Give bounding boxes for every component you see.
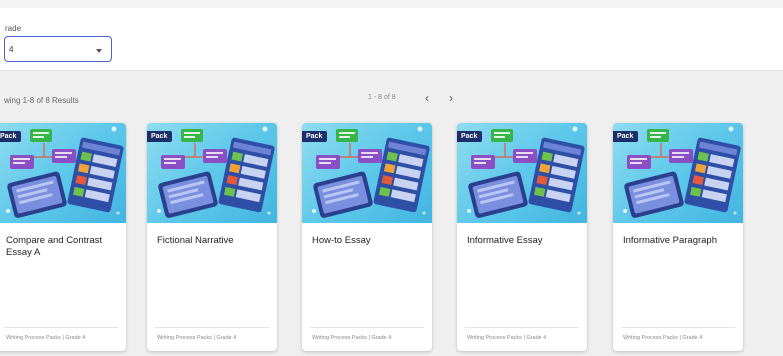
pack-badge: Pack [147, 131, 173, 142]
card-title: Compare and Contrast Essay A [6, 235, 103, 258]
card-thumbnail: Pack [302, 123, 432, 223]
card-title: Informative Essay [467, 235, 543, 246]
grade-label: rade [5, 24, 22, 33]
pack-badge: Pack [457, 131, 483, 142]
pack-badge: Pack [302, 131, 328, 142]
card-divider [310, 327, 424, 328]
resource-card[interactable]: Pack How-to Essay Writing Process Packs … [302, 123, 432, 351]
card-title: Informative Paragraph [623, 235, 717, 246]
card-divider [621, 327, 735, 328]
grade-select[interactable]: 4 [4, 36, 112, 62]
card-thumbnail: Pack [457, 123, 587, 223]
card-meta: Writing Process Packs | Grade 4 [6, 335, 86, 341]
resource-card[interactable]: Pack Informative Paragraph Writing Proce… [613, 123, 743, 351]
card-meta: Writing Process Packs | Grade 4 [623, 335, 703, 341]
card-divider [465, 327, 579, 328]
card-meta: Writing Process Packs | Grade 4 [312, 335, 392, 341]
results-summary: wing 1-8 of 8 Results [4, 96, 79, 105]
filter-panel: rade 4 [0, 8, 783, 71]
pack-badge: Pack [0, 131, 22, 142]
card-divider [4, 327, 118, 328]
card-title: Fictional Narrative [157, 235, 234, 246]
card-title: How-to Essay [312, 235, 371, 246]
pack-badge: Pack [613, 131, 639, 142]
card-meta: Writing Process Packs | Grade 4 [157, 335, 237, 341]
chevron-left-icon[interactable]: ‹ [420, 91, 434, 105]
resource-card[interactable]: Pack Compare and Contrast Essay A Writin… [0, 123, 126, 351]
pagination-status: 1 - 8 of 8 [368, 94, 396, 101]
caret-down-icon [96, 49, 102, 53]
card-thumbnail: Pack [0, 123, 126, 223]
card-thumbnail: Pack [613, 123, 743, 223]
card-meta: Writing Process Packs | Grade 4 [467, 335, 547, 341]
resource-card[interactable]: Pack Fictional Narrative Writing Process… [147, 123, 277, 351]
card-divider [155, 327, 269, 328]
top-band [0, 0, 783, 8]
chevron-right-icon[interactable]: › [444, 91, 458, 105]
card-thumbnail: Pack [147, 123, 277, 223]
resource-card[interactable]: Pack Informative Essay Writing Process P… [457, 123, 587, 351]
grade-select-value: 4 [9, 45, 14, 54]
